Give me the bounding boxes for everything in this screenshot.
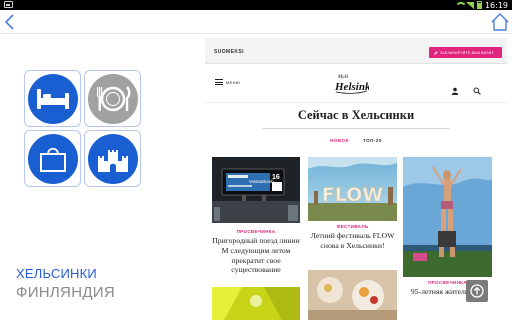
concert-photo: [212, 287, 300, 320]
card-title[interactable]: Пригородный поезд линии M следующим лето…: [212, 236, 300, 275]
logo-prefix: MyH: [337, 75, 348, 80]
news-card[interactable]: FLOW ФЕСТИВАЛЬ Летний фестиваль FLOW сно…: [308, 157, 397, 277]
train-photo: Vantaankoski 16: [212, 157, 300, 223]
battery-icon: [476, 1, 482, 9]
category-sights-button[interactable]: [84, 130, 141, 187]
signal-icon: [465, 1, 474, 9]
shopping-bag-icon: [27, 133, 78, 184]
news-card[interactable]: Vantaankoski 16 ПРОСВЕЧИНКА Пригородный …: [212, 157, 300, 277]
food-photo: [308, 270, 397, 320]
website-top-bar: SUOMEKSI ЗАПЛАНИРУЙТЕ ВАШ ВИЗИТ: [205, 38, 507, 64]
plan-visit-button[interactable]: ЗАПЛАНИРУЙТЕ ВАШ ВИЗИТ: [429, 47, 502, 58]
country-name: ФИНЛЯНДИЯ: [16, 284, 115, 301]
scroll-to-top-button[interactable]: [466, 280, 488, 302]
category-dining-button[interactable]: [84, 70, 141, 127]
app-screen: 16:19 ХЕЛЬСИНКИ ФИНЛЯНДИЯ SUOMEKSI ЗАПЛА…: [0, 0, 512, 320]
dining-icon: [87, 73, 138, 124]
card-title[interactable]: Летний фестиваль FLOW снова в Хельсинки!: [308, 231, 397, 251]
news-card-partial[interactable]: [308, 270, 397, 320]
news-tabs: НОВОЕ ТОП-20: [205, 138, 507, 143]
home-icon[interactable]: [490, 12, 510, 32]
city-name: ХЕЛЬСИНКИ: [16, 266, 97, 281]
category-accommodation-button[interactable]: [24, 70, 81, 127]
gallery-notification-icon: [4, 1, 13, 8]
logo-text: Helsinki: [334, 81, 369, 93]
tab-new[interactable]: НОВОЕ: [330, 138, 349, 143]
website-header: МЕНЮ MyH Helsinki: [205, 65, 507, 103]
card-category: ФЕСТИВАЛЬ: [336, 224, 369, 229]
status-bar: 16:19: [0, 0, 512, 10]
acrobats-photo: [403, 157, 492, 277]
language-switch-link[interactable]: SUOMEKSI: [214, 49, 244, 55]
castle-icon: [87, 133, 138, 184]
plan-visit-label: ЗАПЛАНИРУЙТЕ ВАШ ВИЗИТ: [440, 50, 494, 55]
page-headline: Сейчас в Хельсинки: [297, 108, 415, 122]
flow-image-text: FLOW: [322, 184, 384, 206]
category-shopping-button[interactable]: [24, 130, 81, 187]
category-grid: [24, 70, 142, 188]
user-icon[interactable]: [451, 80, 459, 95]
webview: SUOMEKSI ЗАПЛАНИРУЙТЕ ВАШ ВИЗИТ МЕНЮ MyH…: [205, 38, 507, 320]
search-icon[interactable]: [473, 80, 481, 95]
status-time: 16:19: [484, 0, 508, 10]
menu-button[interactable]: МЕНЮ: [215, 79, 240, 85]
train-screen-text: Vantaankoski: [249, 179, 274, 184]
news-card-partial[interactable]: [212, 287, 300, 320]
menu-label: МЕНЮ: [226, 79, 241, 85]
myhelsinki-logo[interactable]: MyH Helsinki: [333, 70, 374, 96]
tab-top20[interactable]: ТОП-20: [363, 138, 382, 143]
wifi-icon: [454, 1, 467, 9]
card-category: ПРОСВЕЧИНКА: [236, 229, 276, 234]
headline-divider: [262, 128, 450, 129]
back-icon[interactable]: [2, 12, 18, 32]
status-icons: 16:19: [454, 0, 508, 10]
hamburger-icon: [215, 79, 223, 85]
train-screen-number: 16: [272, 174, 280, 181]
app-toolbar: [0, 10, 512, 34]
arrow-up-icon: [470, 284, 484, 298]
pencil-icon: [434, 50, 438, 55]
bed-icon: [27, 73, 78, 124]
flow-festival-photo: FLOW: [308, 157, 397, 221]
